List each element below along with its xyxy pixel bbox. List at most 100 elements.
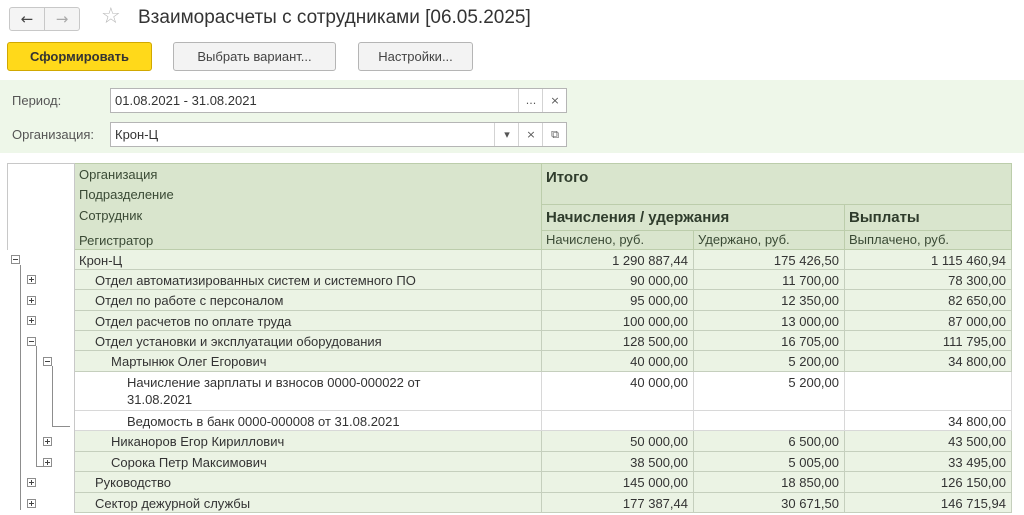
table-row[interactable]: Никаноров Егор Кириллович 50 000,00 6 50… [7, 431, 1012, 452]
row-accrued: 40 000,00 [630, 375, 688, 390]
organization-dropdown-button[interactable]: ▾ [494, 123, 519, 146]
row-withheld: 16 705,00 [781, 334, 839, 349]
period-field[interactable]: 01.08.2021 - 31.08.2021 ... × [110, 88, 567, 113]
collapse-toggle-icon[interactable] [27, 337, 36, 346]
collapse-toggle-icon[interactable] [11, 255, 20, 264]
table-row[interactable]: Сектор дежурной службы 177 387,44 30 671… [7, 493, 1012, 513]
tree-gutter [7, 270, 75, 290]
table-row[interactable]: Сорока Петр Максимович 38 500,00 5 005,0… [7, 452, 1012, 472]
expand-toggle-icon[interactable] [27, 499, 36, 508]
header-accruals-cell: Начисления / удержания [542, 205, 845, 231]
tree-line [52, 426, 70, 427]
collapse-toggle-icon[interactable] [43, 357, 52, 366]
favorite-star-icon[interactable]: ☆ [101, 4, 121, 29]
header-employee: Сотрудник [79, 208, 143, 223]
row-withheld: 5 200,00 [788, 354, 839, 369]
row-accrued: 177 387,44 [622, 496, 688, 511]
table-row[interactable]: Отдел по работе с персоналом 95 000,00 1… [7, 290, 1012, 311]
header-payments-cell: Выплаты [845, 205, 1012, 231]
header-payments-group: Выплаты [849, 209, 920, 226]
row-paid: 34 800,00 [948, 414, 1006, 429]
row-accrued: 40 000,00 [630, 354, 688, 369]
row-name: Сорока Петр Максимович [111, 455, 267, 470]
expand-toggle-icon[interactable] [27, 275, 36, 284]
table-row[interactable]: Крон-Ц 1 290 887,44 175 426,50 1 115 460… [7, 250, 1012, 270]
table-row[interactable]: Начисление зарплаты и взносов 0000-00002… [7, 372, 1012, 411]
expand-toggle-icon[interactable] [43, 437, 52, 446]
row-accrued: 1 290 887,44 [612, 253, 688, 268]
table-row[interactable]: Отдел автоматизированных систем и систем… [7, 270, 1012, 290]
page-title: Взаиморасчеты с сотрудниками [06.05.2025… [138, 7, 531, 28]
row-withheld: 13 000,00 [781, 314, 839, 329]
header-accrued-cell: Начислено, руб. [542, 231, 694, 250]
row-accrued: 90 000,00 [630, 273, 688, 288]
row-paid: 43 500,00 [948, 434, 1006, 449]
header-total-cell: Итого [542, 163, 1012, 205]
row-name: Мартынюк Олег Егорович [111, 354, 267, 369]
header-accruals-group: Начисления / удержания [546, 209, 730, 226]
title-bar: ← → ☆ Взаиморасчеты с сотрудниками [06.0… [0, 0, 1024, 40]
close-icon: × [526, 128, 536, 141]
period-label: Период: [12, 93, 62, 108]
arrow-right-icon: → [55, 10, 69, 28]
header-withheld-cell: Удержано, руб. [694, 231, 845, 250]
header-total: Итого [546, 169, 589, 186]
arrow-left-icon: ← [20, 10, 34, 28]
expand-toggle-icon[interactable] [27, 316, 36, 325]
row-paid: 82 650,00 [948, 293, 1006, 308]
row-accrued: 100 000,00 [622, 314, 688, 329]
select-variant-button[interactable]: Выбрать вариант... [173, 42, 336, 71]
row-withheld: 11 700,00 [782, 273, 839, 288]
row-paid: 146 715,94 [940, 496, 1006, 511]
row-accrued: 38 500,00 [630, 455, 688, 470]
row-withheld: 12 350,00 [781, 293, 839, 308]
row-paid: 34 800,00 [948, 354, 1006, 369]
tree-gutter [7, 452, 75, 472]
header-accrued: Начислено, руб. [546, 232, 645, 247]
tree-gutter [7, 372, 75, 411]
organization-label: Организация: [12, 127, 95, 142]
table-row[interactable]: Руководство 145 000,00 18 850,00 126 150… [7, 472, 1012, 493]
row-accrued: 50 000,00 [630, 434, 688, 449]
organization-clear-button[interactable]: × [518, 123, 543, 146]
organization-field[interactable]: Крон-Ц ▾ × ⧉ [110, 122, 567, 147]
row-withheld: 175 426,50 [773, 253, 839, 268]
period-select-button[interactable]: ... [518, 89, 543, 112]
organization-open-button[interactable]: ⧉ [542, 123, 567, 146]
tree-gutter [7, 431, 75, 452]
row-name: Крон-Ц [79, 253, 123, 268]
tree-gutter [7, 311, 75, 331]
row-name: Отдел автоматизированных систем и систем… [95, 273, 416, 288]
generate-button[interactable]: Сформировать [7, 42, 152, 71]
row-accrued: 145 000,00 [622, 475, 688, 490]
header-organization: Организация [79, 167, 158, 182]
row-paid: 87 000,00 [948, 314, 1006, 329]
row-paid: 33 495,00 [948, 455, 1006, 470]
row-paid: 126 150,00 [940, 475, 1006, 490]
header-department: Подразделение [79, 187, 174, 202]
row-withheld: 6 500,00 [788, 434, 839, 449]
expand-toggle-icon[interactable] [27, 478, 36, 487]
tree-line [52, 366, 53, 426]
row-name: Никаноров Егор Кириллович [111, 434, 285, 449]
expand-toggle-icon[interactable] [43, 458, 52, 467]
row-withheld: 5 005,00 [788, 455, 839, 470]
header-paid-cell: Выплачено, руб. [845, 231, 1012, 250]
row-name: Отдел установки и эксплуатации оборудова… [95, 334, 382, 349]
row-headers: Организация Подразделение Сотрудник Реги… [75, 163, 542, 250]
settings-button[interactable]: Настройки... [358, 42, 473, 71]
row-name: Ведомость в банк 0000-000008 от 31.08.20… [127, 414, 400, 429]
back-button[interactable]: ← [9, 7, 45, 31]
table-row[interactable]: Мартынюк Олег Егорович 40 000,00 5 200,0… [7, 351, 1012, 372]
row-withheld: 5 200,00 [788, 375, 839, 390]
forward-button[interactable]: → [44, 7, 80, 31]
period-value: 01.08.2021 - 31.08.2021 [115, 93, 257, 108]
filter-panel: Период: 01.08.2021 - 31.08.2021 ... × Ор… [0, 80, 1024, 153]
table-row[interactable]: Отдел установки и эксплуатации оборудова… [7, 331, 1012, 351]
header-withheld: Удержано, руб. [698, 232, 790, 247]
expand-toggle-icon[interactable] [27, 296, 36, 305]
table-row[interactable]: Ведомость в банк 0000-000008 от 31.08.20… [7, 411, 1012, 431]
table-row[interactable]: Отдел расчетов по оплате труда 100 000,0… [7, 311, 1012, 331]
row-withheld: 18 850,00 [781, 475, 839, 490]
period-clear-button[interactable]: × [542, 89, 567, 112]
